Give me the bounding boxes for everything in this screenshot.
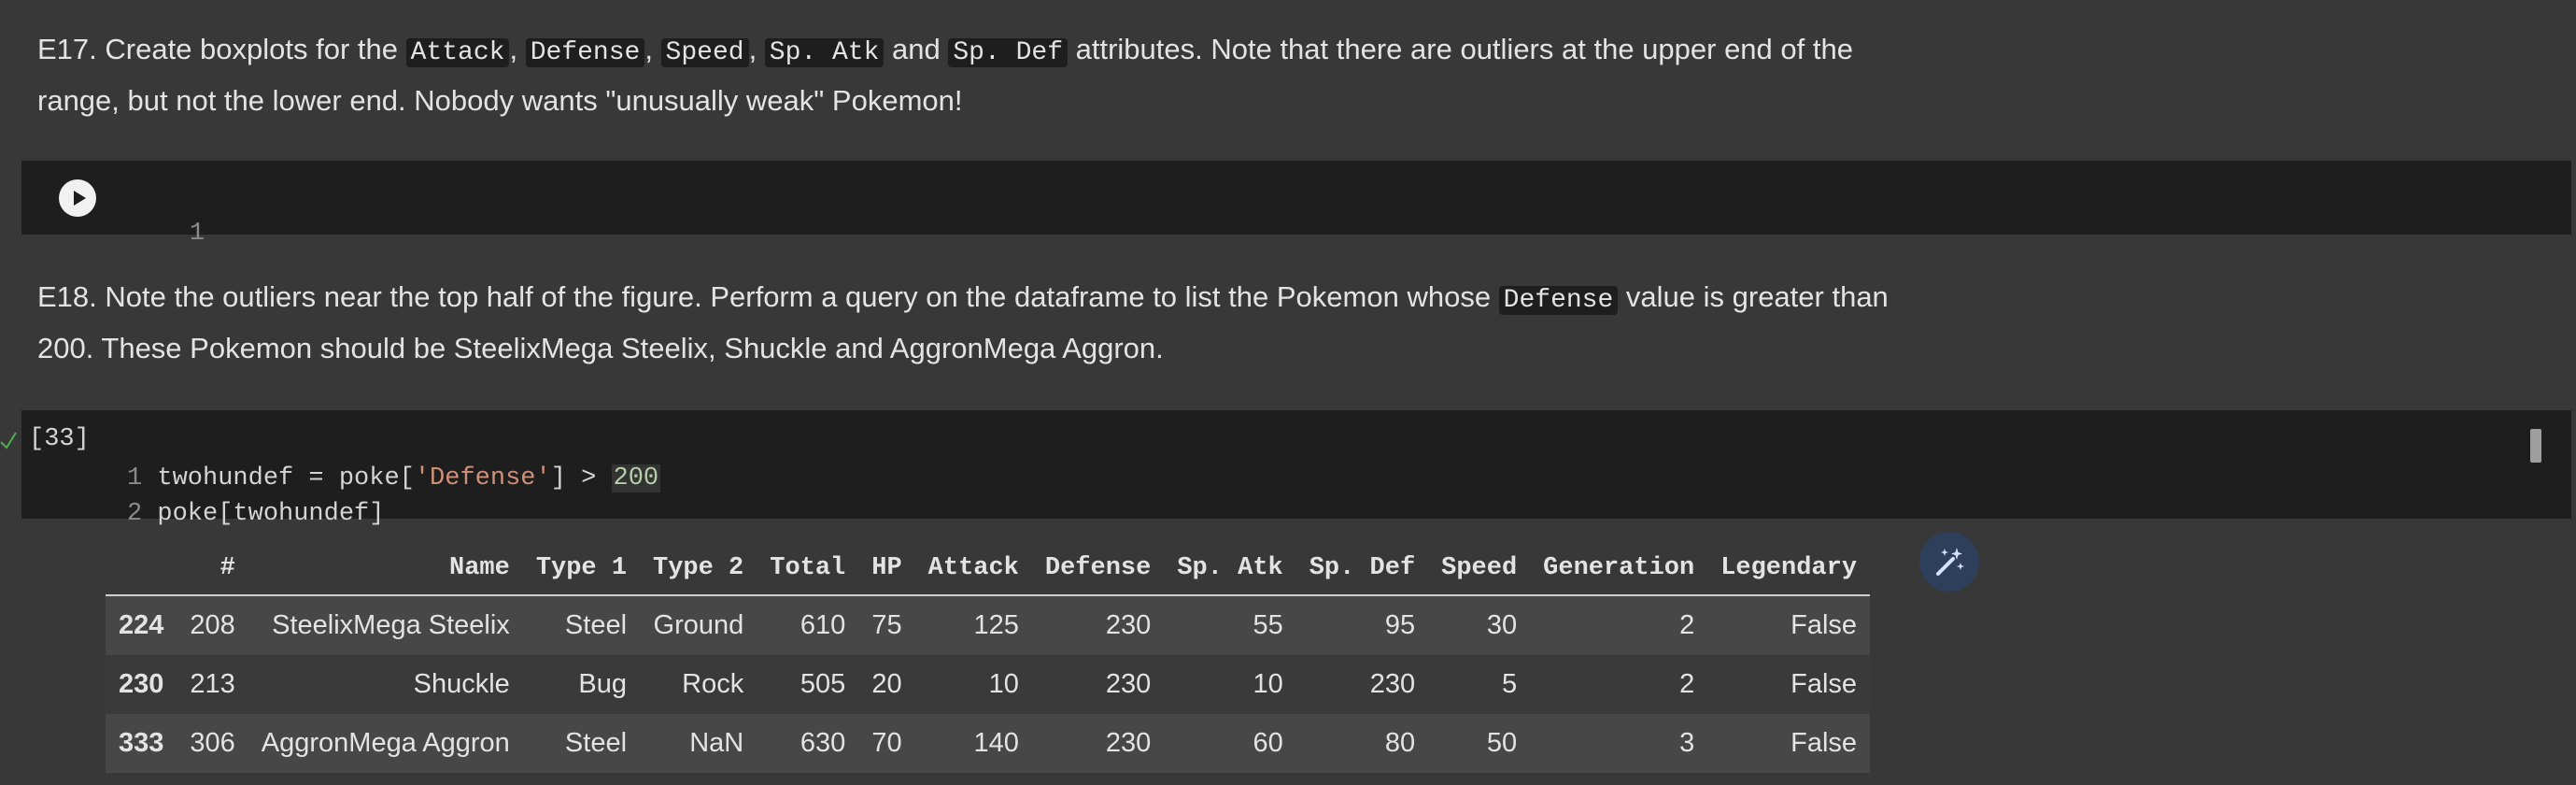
row-index: 333 xyxy=(119,728,164,758)
code-editor[interactable]: 1 xyxy=(129,180,205,287)
line-number: 1 xyxy=(127,464,143,492)
table-cell: False xyxy=(1790,669,1858,699)
code-attack: Attack xyxy=(405,38,510,67)
table-cell: 20 xyxy=(871,669,902,699)
line-number: 1 xyxy=(189,220,205,248)
column-header-sp-atk: Sp. Atk xyxy=(1164,542,1296,596)
table-row: 230 213 Shuckle Bug Rock 505 20 10 230 1… xyxy=(106,655,1871,714)
table-cell: 505 xyxy=(800,669,846,699)
table-cell: 75 xyxy=(871,610,902,640)
magic-suggest-button[interactable] xyxy=(1919,532,1979,592)
execution-count: [33] xyxy=(29,425,90,453)
column-header-type1: Type 1 xyxy=(522,542,641,596)
code-string: 'Defense' xyxy=(414,464,551,492)
table-cell: 213 xyxy=(190,669,235,699)
table-cell: Bug xyxy=(578,669,628,699)
table-cell: 3 xyxy=(1679,728,1695,758)
table-cell: 230 xyxy=(1105,669,1152,699)
code-defense: Defense xyxy=(525,38,645,67)
column-header-hp: HP xyxy=(858,542,915,596)
table-cell: 60 xyxy=(1253,728,1283,758)
column-header-index xyxy=(106,542,177,596)
code-sp-def: Sp. Def xyxy=(948,38,1068,67)
column-header-name: Name xyxy=(248,542,523,596)
e17-sep: , xyxy=(644,33,661,65)
scrollbar-thumb[interactable] xyxy=(2530,429,2541,463)
table-cell: 30 xyxy=(1486,610,1518,640)
table-cell: NaN xyxy=(689,728,744,758)
markdown-cell-e17: E17. Create boxplots for the Attack, Def… xyxy=(37,25,1915,124)
column-header-speed: Speed xyxy=(1428,542,1531,596)
code-token: poke[twohundef] xyxy=(157,500,385,528)
e17-prefix: E17. Create boxplots for the xyxy=(37,33,406,65)
code-speed: Speed xyxy=(660,38,749,67)
table-cell: Shuckle xyxy=(413,669,510,699)
row-index: 230 xyxy=(119,669,164,699)
column-header-legendary: Legendary xyxy=(1707,542,1871,596)
table-cell: 80 xyxy=(1384,728,1416,758)
table-cell: Rock xyxy=(682,669,744,699)
code-defense: Defense xyxy=(1498,286,1619,315)
column-header-attack: Attack xyxy=(914,542,1032,596)
e18-text: E18. Note the outliers near the top half… xyxy=(37,273,1915,372)
code-cell-33[interactable]: [33] 1 twohundef = poke['Defense'] > 200… xyxy=(0,410,2571,528)
e18-prefix: E18. Note the outliers near the top half… xyxy=(37,280,1499,313)
table-cell: 630 xyxy=(800,728,846,758)
play-icon xyxy=(73,191,86,206)
run-cell-button[interactable] xyxy=(59,179,96,217)
e17-sep: , xyxy=(748,33,765,65)
e17-sep: , xyxy=(509,33,526,65)
table-cell: AggronMega Aggron xyxy=(261,728,510,758)
table-cell: 10 xyxy=(988,669,1019,699)
code-line: 2 poke[twohundef] xyxy=(127,496,660,532)
table-cell: Steel xyxy=(564,610,628,640)
column-header-type2: Type 2 xyxy=(640,542,757,596)
code-token: twohundef = poke[ xyxy=(157,464,415,492)
table-cell: 70 xyxy=(871,728,902,758)
table-cell: 610 xyxy=(800,610,846,640)
table-cell: Ground xyxy=(653,610,744,640)
column-header-number: # xyxy=(177,542,248,596)
table-cell: Steel xyxy=(564,728,628,758)
code-line: 1 twohundef = poke['Defense'] > 200 xyxy=(127,461,661,496)
table-row: 333 306 AggronMega Aggron Steel NaN 630 … xyxy=(106,714,1871,773)
table-cell: False xyxy=(1790,610,1858,640)
magic-wand-icon xyxy=(1936,548,1964,576)
code-token: ] > xyxy=(550,464,612,492)
table-cell: 230 xyxy=(1369,669,1416,699)
table-cell: 2 xyxy=(1679,669,1695,699)
table-cell: 95 xyxy=(1384,610,1416,640)
e17-text: E17. Create boxplots for the Attack, Def… xyxy=(37,25,1915,124)
e17-sep: and xyxy=(884,33,949,65)
markdown-cell-e18: E18. Note the outliers near the top half… xyxy=(37,273,1915,372)
empty-code-cell[interactable]: 1 xyxy=(21,161,2571,248)
table-cell: 306 xyxy=(190,728,235,758)
table-cell: 10 xyxy=(1253,669,1283,699)
table-row: 224 208 SteelixMega Steelix Steel Ground… xyxy=(106,595,1871,655)
column-header-generation: Generation xyxy=(1530,542,1708,596)
table-cell: 2 xyxy=(1679,610,1695,640)
table-cell: False xyxy=(1790,728,1858,758)
row-index: 224 xyxy=(119,610,164,640)
table-cell: 125 xyxy=(973,610,1019,640)
table-cell: 208 xyxy=(190,610,235,640)
table-cell: SteelixMega Steelix xyxy=(272,610,510,640)
table-cell: 55 xyxy=(1253,610,1283,640)
column-header-defense: Defense xyxy=(1031,542,1165,596)
check-icon xyxy=(0,432,17,450)
line-number: 2 xyxy=(127,500,143,528)
table-cell: 230 xyxy=(1105,728,1152,758)
table-cell: 140 xyxy=(973,728,1019,758)
dataframe-output: # Name Type 1 Type 2 Total HP Attack Def… xyxy=(106,542,1871,773)
table-cell: 230 xyxy=(1105,610,1152,640)
table-cell: 50 xyxy=(1486,728,1518,758)
table-cell: 5 xyxy=(1502,669,1518,699)
code-sp-atk: Sp. Atk xyxy=(764,38,885,67)
table-header-row: # Name Type 1 Type 2 Total HP Attack Def… xyxy=(106,542,1871,596)
column-header-total: Total xyxy=(757,542,859,596)
code-number: 200 xyxy=(611,464,661,492)
column-header-sp-def: Sp. Def xyxy=(1295,542,1429,596)
